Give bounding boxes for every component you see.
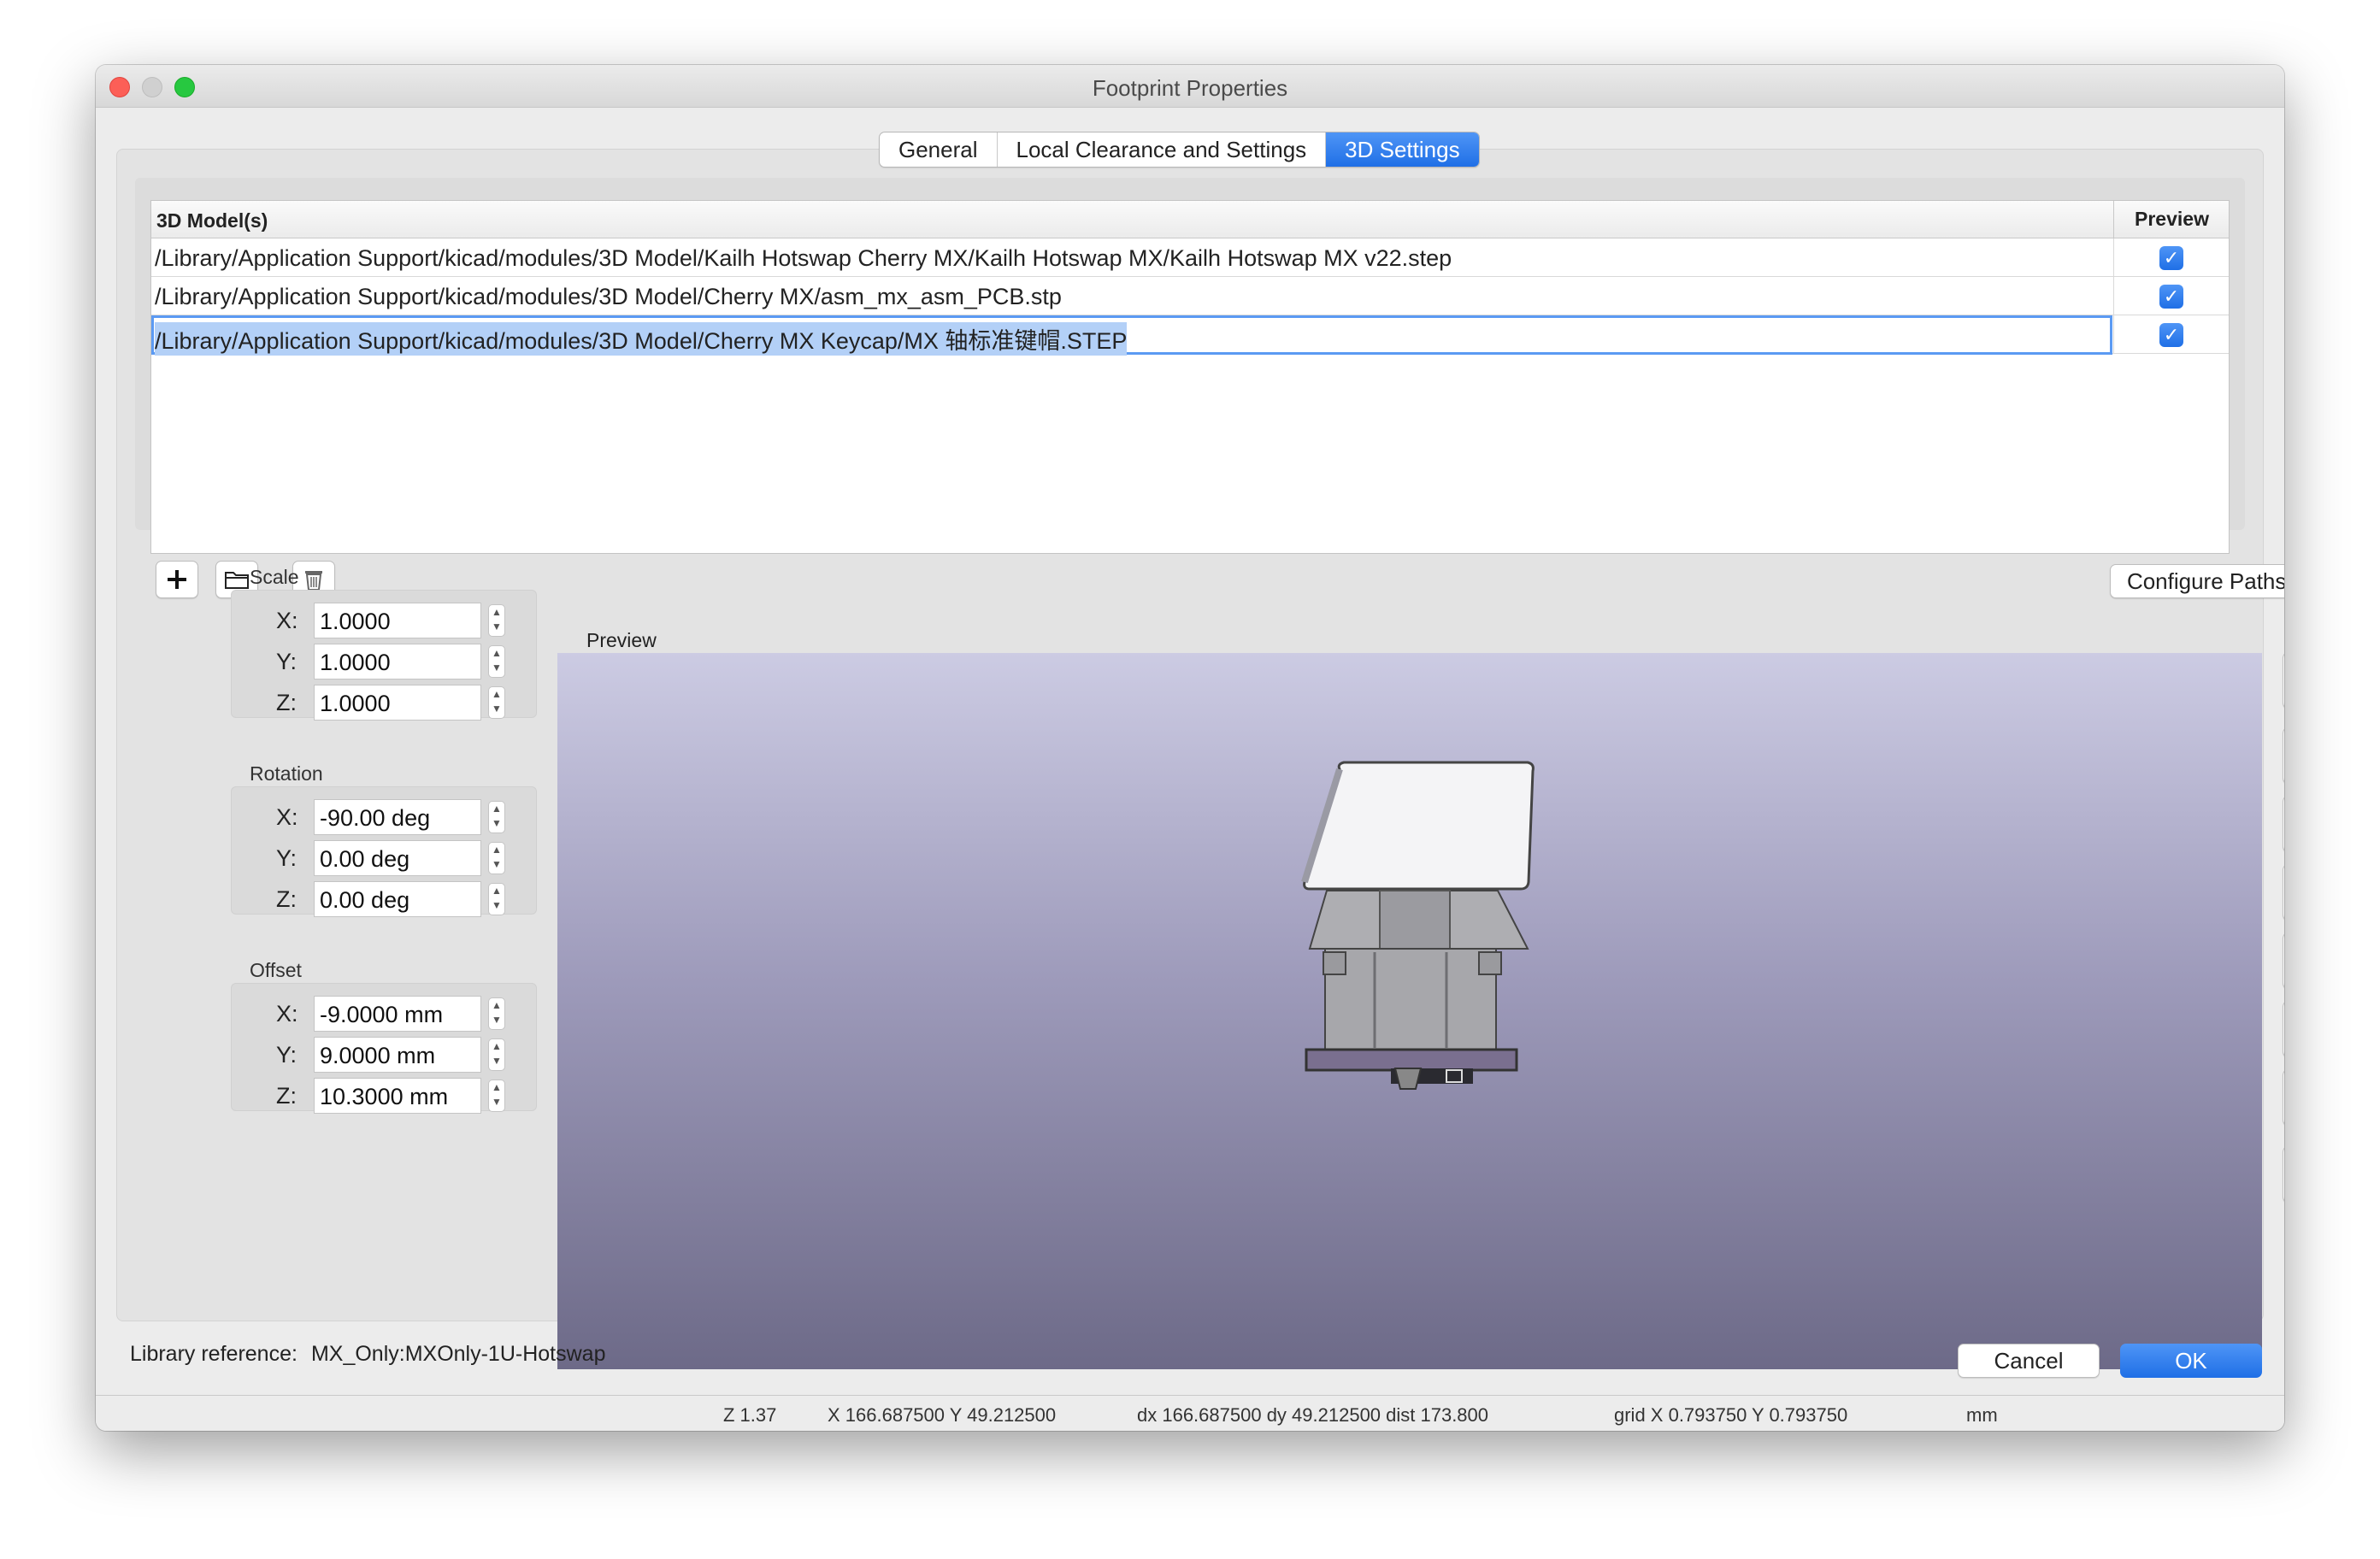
offset-group: X: -9.0000 mm ▲ ▼ Y: 9.0000 mm ▲ ▼ Z: 10.3… <box>231 983 537 1114</box>
footprint-properties-dialog: Footprint Properties General Local Clear… <box>96 65 2284 1431</box>
preview-label: Preview <box>586 629 657 651</box>
scale-z-row: Z: 1.0000 ▲ ▼ <box>232 685 536 722</box>
models-table: 3D Model(s) Preview /Library/Application… <box>150 200 2230 554</box>
axis-label: X: <box>276 608 298 633</box>
title-bar: Footprint Properties <box>96 65 2284 108</box>
status-dxy: dx 166.687500 dy 49.212500 dist 173.800 <box>1137 1404 1489 1426</box>
rotation-label: Rotation <box>250 762 323 785</box>
back-view-button[interactable] <box>2283 795 2284 853</box>
trash-icon <box>305 571 322 591</box>
rotation-group: X: -90.00 deg ▲ ▼ Y: 0.00 deg ▲ ▼ Z: 0.00 … <box>231 786 537 917</box>
offset-z-row: Z: 10.3000 mm ▲ ▼ <box>232 1078 536 1115</box>
iso-view-button[interactable] <box>2283 651 2284 709</box>
plus-icon <box>168 570 186 589</box>
cancel-button[interactable]: Cancel <box>1958 1344 2100 1378</box>
add-model-button[interactable] <box>156 561 198 598</box>
offset-x-field[interactable]: -9.0000 mm <box>314 996 481 1032</box>
status-z: Z 1.37 <box>723 1404 777 1426</box>
offset-z-stepper[interactable]: ▲ ▼ <box>488 1080 505 1112</box>
offset-label: Offset <box>250 959 302 981</box>
scale-x-field[interactable]: 1.0000 <box>314 603 481 638</box>
axis-label: Y: <box>276 649 298 674</box>
status-units: mm <box>1966 1404 1998 1426</box>
axis-label: Z: <box>276 1083 297 1109</box>
axis-label: Z: <box>276 886 297 912</box>
offset-y-field[interactable]: 9.0000 mm <box>314 1037 481 1073</box>
scale-label: Scale <box>250 566 299 588</box>
library-reference: Library reference: MX_Only:MXOnly-1U-Hots… <box>130 1342 605 1367</box>
model-path[interactable]: /Library/Application Support/kicad/modul… <box>155 284 1062 310</box>
scale-z-field[interactable]: 1.0000 <box>314 685 481 721</box>
preview-checkbox[interactable]: ✓ <box>2159 323 2183 347</box>
preview-checkbox[interactable]: ✓ <box>2159 285 2183 309</box>
offset-z-field[interactable]: 10.3000 mm <box>314 1078 481 1114</box>
preview-cell: ✓ <box>2113 277 2230 315</box>
model-path[interactable]: /Library/Application Support/kicad/modul… <box>155 322 1128 356</box>
library-reference-label: Library reference: <box>130 1342 298 1366</box>
axis-label: X: <box>276 804 298 830</box>
tab-general[interactable]: General <box>880 132 998 167</box>
top-view-button[interactable] <box>2283 1000 2284 1058</box>
3d-preview-viewport[interactable] <box>557 653 2262 1369</box>
rotation-y-field[interactable]: 0.00 deg <box>314 840 481 876</box>
preview-cell: ✓ <box>2113 238 2230 276</box>
status-xy: X 166.687500 Y 49.212500 <box>828 1404 1057 1426</box>
front-view-button[interactable] <box>2283 727 2284 785</box>
column-header-preview[interactable]: Preview <box>2113 201 2230 238</box>
bottom-view-button[interactable] <box>2283 1068 2284 1127</box>
table-row[interactable]: /Library/Application Support/kicad/modul… <box>151 277 2229 315</box>
rotation-x-row: X: -90.00 deg ▲ ▼ <box>232 799 536 837</box>
status-grid: grid X 0.793750 Y 0.793750 <box>1614 1404 1848 1426</box>
model-path[interactable]: /Library/Application Support/kicad/modul… <box>155 245 1452 272</box>
scale-x-stepper[interactable]: ▲ ▼ <box>488 604 505 637</box>
rotation-x-field[interactable]: -90.00 deg <box>314 799 481 835</box>
scale-y-row: Y: 1.0000 ▲ ▼ <box>232 644 536 681</box>
column-header-model[interactable]: 3D Model(s) <box>156 209 268 232</box>
scale-group: X: 1.0000 ▲ ▼ Y: 1.0000 ▲ ▼ Z: 1.0000 ▲ ▼ <box>231 590 537 721</box>
tab-local-clearance[interactable]: Local Clearance and Settings <box>998 132 1327 167</box>
reload-view-button[interactable] <box>2283 1145 2284 1203</box>
keyswitch-model-render <box>1301 761 1535 1090</box>
rotation-z-stepper[interactable]: ▲ ▼ <box>488 883 505 915</box>
left-view-button[interactable] <box>2283 863 2284 921</box>
axis-label: X: <box>276 1001 298 1027</box>
table-header: 3D Model(s) Preview <box>151 201 2229 238</box>
offset-y-stepper[interactable]: ▲ ▼ <box>488 1038 505 1071</box>
table-row-selected[interactable]: /Library/Application Support/kicad/modul… <box>151 315 2230 356</box>
window-title: Footprint Properties <box>1092 75 1288 101</box>
axis-label: Z: <box>276 690 297 715</box>
rotation-x-stepper[interactable]: ▲ ▼ <box>488 801 505 833</box>
scale-y-stepper[interactable]: ▲ ▼ <box>488 645 505 678</box>
table-row[interactable]: /Library/Application Support/kicad/modul… <box>151 238 2229 277</box>
right-view-button[interactable] <box>2283 932 2284 990</box>
preview-cell: ✓ <box>2113 315 2230 353</box>
scale-x-row: X: 1.0000 ▲ ▼ <box>232 603 536 640</box>
rotation-y-row: Y: 0.00 deg ▲ ▼ <box>232 840 536 878</box>
preview-checkbox[interactable]: ✓ <box>2159 246 2183 270</box>
axis-label: Y: <box>276 1042 298 1068</box>
scale-y-field[interactable]: 1.0000 <box>314 644 481 679</box>
configure-paths-button[interactable]: Configure Paths... <box>2110 564 2284 598</box>
offset-x-stepper[interactable]: ▲ ▼ <box>488 997 505 1030</box>
status-bar: Z 1.37 X 166.687500 Y 49.212500 dx 166.6… <box>96 1395 2284 1431</box>
tab-3d-settings[interactable]: 3D Settings <box>1326 132 1479 167</box>
rotation-y-stepper[interactable]: ▲ ▼ <box>488 842 505 874</box>
rotation-z-row: Z: 0.00 deg ▲ ▼ <box>232 881 536 919</box>
scale-z-stepper[interactable]: ▲ ▼ <box>488 686 505 719</box>
axis-label: Y: <box>276 845 298 871</box>
folder-icon <box>225 572 249 589</box>
library-reference-value: MX_Only:MXOnly-1U-Hotswap <box>310 1342 606 1366</box>
tab-bar: General Local Clearance and Settings 3D … <box>879 132 1480 168</box>
ok-button[interactable]: OK <box>2120 1344 2262 1378</box>
offset-x-row: X: -9.0000 mm ▲ ▼ <box>232 996 536 1033</box>
rotation-z-field[interactable]: 0.00 deg <box>314 881 481 917</box>
offset-y-row: Y: 9.0000 mm ▲ ▼ <box>232 1037 536 1074</box>
